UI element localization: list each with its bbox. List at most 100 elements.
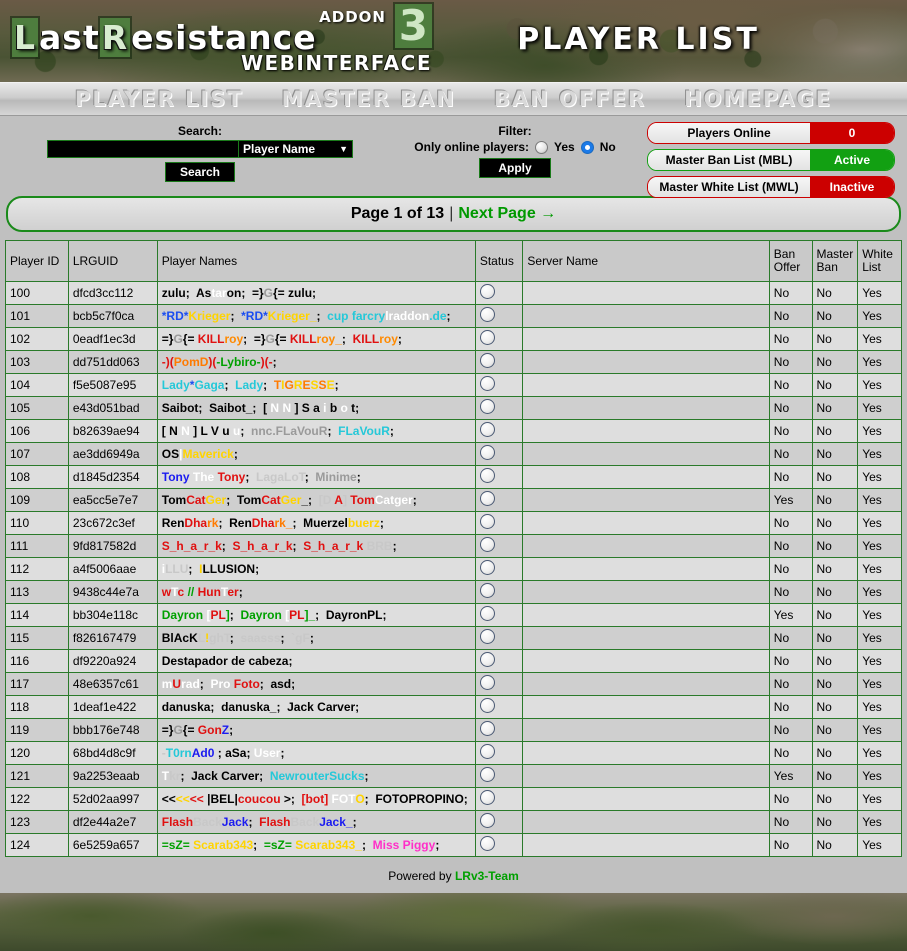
cell-white-list: Yes xyxy=(857,603,902,627)
cell-server-name xyxy=(522,534,770,558)
status-offline-icon[interactable] xyxy=(479,652,495,667)
cell-server-name xyxy=(522,580,770,604)
cell-master-ban: No xyxy=(811,695,859,719)
nav-item-master-ban[interactable]: MASTER BAN xyxy=(282,87,456,111)
status-offline-icon[interactable] xyxy=(479,698,495,713)
table-row[interactable]: 120 68bd4d8c9f -T0rnAd0 ; aSa; User; No No Ye… xyxy=(5,741,902,765)
status-offline-icon[interactable] xyxy=(479,583,495,598)
search-button[interactable]: Search xyxy=(164,162,236,182)
status-offline-icon[interactable] xyxy=(479,307,495,322)
table-row[interactable]: 104 f5e5087e95 Lady*Gaga; Lady; TIGRESSE; N… xyxy=(5,373,902,397)
cell-lrguid: b82639ae94 xyxy=(67,419,158,443)
cell-white-list: Yes xyxy=(857,833,902,857)
cell-status xyxy=(474,626,524,650)
cell-status xyxy=(474,580,524,604)
status-offline-icon[interactable] xyxy=(479,767,495,782)
table-row[interactable]: 114 bb304e118c Dayron [PL]; Dayron [PL]_; … xyxy=(5,603,902,627)
status-offline-icon[interactable] xyxy=(479,675,495,690)
table-row[interactable]: 115 f826167479 BlAcKL!ghT; saasss; `gF; No N… xyxy=(5,626,902,650)
table-row[interactable]: 118 1deaf1e422 danuska; danuska_; Jack Car… xyxy=(5,695,902,719)
status-offline-icon[interactable] xyxy=(479,284,495,299)
status-offline-icon[interactable] xyxy=(479,836,495,851)
table-row[interactable]: 108 d1845d2354 Tony The Tony; LagaLoT; Min… xyxy=(5,465,902,489)
cell-server-name xyxy=(522,626,770,650)
status-offline-icon[interactable] xyxy=(479,790,495,805)
cell-player-names: -)(PomD)(-Lybiro-)(-; xyxy=(156,350,476,374)
cell-server-name xyxy=(522,373,770,397)
table-row[interactable]: 119 bbb176e748 =}G{= GonZ; No No Yes xyxy=(5,718,902,742)
status-offline-icon[interactable] xyxy=(479,399,495,414)
status-offline-icon[interactable] xyxy=(479,330,495,345)
column-header-player-names[interactable]: Player Names xyxy=(156,240,476,282)
status-offline-icon[interactable] xyxy=(479,514,495,529)
radio-online-no[interactable] xyxy=(580,140,594,154)
status-offline-icon[interactable] xyxy=(479,560,495,575)
table-row[interactable]: 101 bcb5c7f0ca *RD*Krieger; *RD*Krieger_; … xyxy=(5,304,902,328)
status-offline-icon[interactable] xyxy=(479,813,495,828)
status-offline-icon[interactable] xyxy=(479,422,495,437)
table-row[interactable]: 122 52d02aa997 <<<<<< |BEL|coucou >; [bot]… xyxy=(5,787,902,811)
table-row[interactable]: 124 6e5259a657 =sZ= Scarab343; =sZ= Scarab… xyxy=(5,833,902,857)
cell-ban-offer: No xyxy=(768,534,813,558)
table-row[interactable]: 111 9fd817582d S_h_a_r_k; S_h_a_r_k; S_h_a… xyxy=(5,534,902,558)
cell-player-id: 121 xyxy=(5,764,69,788)
cell-server-name xyxy=(522,695,770,719)
cell-master-ban: No xyxy=(811,649,859,673)
status-pill-master-ban-list: Master Ban List (MBL) Active xyxy=(647,149,895,171)
cell-lrguid: a4f5006aae xyxy=(67,557,158,581)
status-offline-icon[interactable] xyxy=(479,537,495,552)
table-row[interactable]: 100 dfcd3cc112 zulu; Astaron; =}G{= zulu; N… xyxy=(5,281,902,305)
status-offline-icon[interactable] xyxy=(479,721,495,736)
cell-master-ban: No xyxy=(811,304,859,328)
table-row[interactable]: 102 0eadf1ec3d =}G{= KILLroy; =}G{= KILLro… xyxy=(5,327,902,351)
cell-white-list: Yes xyxy=(857,488,902,512)
column-header-status[interactable]: Status xyxy=(474,240,524,282)
cell-ban-offer: No xyxy=(768,741,813,765)
table-row[interactable]: 121 9a2253eaab Tkr; Jack Carver; Newrouter… xyxy=(5,764,902,788)
nav-item-player-list[interactable]: PLAYER LIST xyxy=(75,87,244,111)
search-panel: Search: Player Name ▼ Search xyxy=(30,124,370,182)
cell-lrguid: bcb5c7f0ca xyxy=(67,304,158,328)
table-row[interactable]: 107 ae3dd6949a OS|Maverick; No No Yes xyxy=(5,442,902,466)
status-offline-icon[interactable] xyxy=(479,629,495,644)
search-input[interactable] xyxy=(47,140,239,158)
cell-white-list: Yes xyxy=(857,511,902,535)
apply-button[interactable]: Apply xyxy=(479,158,551,178)
status-offline-icon[interactable] xyxy=(479,468,495,483)
table-row[interactable]: 110 23c672c3ef RenDhark; RenDhark_; Muerze… xyxy=(5,511,902,535)
status-offline-icon[interactable] xyxy=(479,353,495,368)
cell-player-names: mUrad; Pro Foto; asd; xyxy=(156,672,476,696)
status-offline-icon[interactable] xyxy=(479,744,495,759)
lrv3-team-link[interactable]: LRv3-Team xyxy=(455,869,519,883)
table-row[interactable]: 117 48e6357c61 mUrad; Pro Foto; asd; No No Ye… xyxy=(5,672,902,696)
column-header-lrguid[interactable]: LRGUID xyxy=(67,240,158,282)
table-row[interactable]: 103 dd751dd063 -)(PomD)(-Lybiro-)(-; No No Ye… xyxy=(5,350,902,374)
cell-server-name xyxy=(522,649,770,673)
nav-item-ban-offer[interactable]: BAN OFFER xyxy=(494,87,646,111)
cell-master-ban: No xyxy=(811,741,859,765)
next-page-link[interactable]: Next Page → xyxy=(458,205,556,223)
table-row[interactable]: 123 df2e44a2e7 FlashBackJack; FlashBackJac… xyxy=(5,810,902,834)
status-offline-icon[interactable] xyxy=(479,606,495,621)
table-row[interactable]: 109 ea5cc5e7e7 TomCatGer; TomCatGer_; [D A… xyxy=(5,488,902,512)
column-header-master-ban[interactable]: Master Ban xyxy=(811,240,859,282)
column-header-player-id[interactable]: Player ID xyxy=(5,240,69,282)
table-row[interactable]: 113 9438c44e7a wTc // HunTer; No No Yes xyxy=(5,580,902,604)
status-offline-icon[interactable] xyxy=(479,491,495,506)
radio-online-yes[interactable] xyxy=(535,140,548,154)
filter-label: Filter: xyxy=(498,124,532,138)
cell-status xyxy=(474,764,524,788)
table-row[interactable]: 112 a4f5006aae iLLU; ILLUSION; No No Yes xyxy=(5,557,902,581)
status-offline-icon[interactable] xyxy=(479,376,495,391)
column-header-white-list[interactable]: White List xyxy=(857,240,902,282)
table-row[interactable]: 116 df9220a924 Destapador de cabeza; No No Ye… xyxy=(5,649,902,673)
search-field-select[interactable]: Player Name ▼ xyxy=(239,140,353,158)
nav-item-homepage[interactable]: HOMEPAGE xyxy=(684,87,832,111)
table-row[interactable]: 105 e43d051bad Saibot; Saibot_; [ N N ] S … xyxy=(5,396,902,420)
cell-master-ban: No xyxy=(811,350,859,374)
column-header-ban-offer[interactable]: Ban Offer xyxy=(768,240,813,282)
cell-player-id: 124 xyxy=(5,833,69,857)
status-offline-icon[interactable] xyxy=(479,445,495,460)
column-header-server-name[interactable]: Server Name xyxy=(522,240,770,282)
table-row[interactable]: 106 b82639ae94[ N N ] L V u u; nnc.FLaVou… xyxy=(5,419,902,443)
